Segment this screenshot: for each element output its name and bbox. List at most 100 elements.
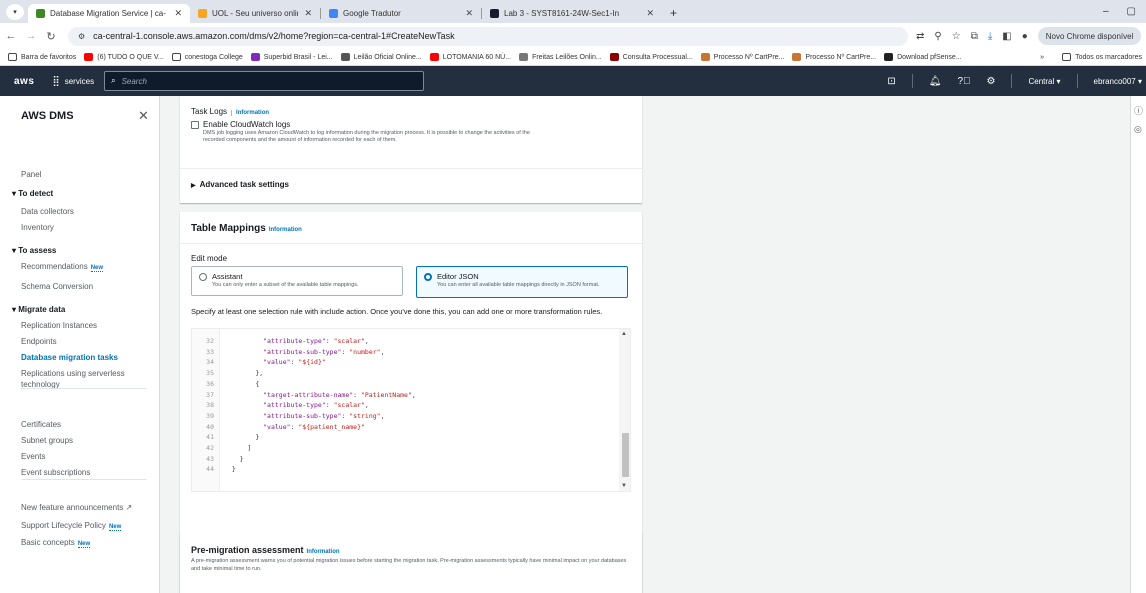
assistant-option[interactable]: Assistant You can only enter a subset of…	[191, 266, 403, 296]
account-menu[interactable]: ebranco007 ▾	[1094, 77, 1143, 86]
bookmark-item[interactable]: Processo Nº CartPre...	[792, 53, 876, 61]
sidebar-section[interactable]: ▾ Migrate data	[12, 305, 65, 314]
bookmark-star-icon[interactable]: ☆	[952, 31, 961, 42]
json-punctuation: {	[255, 379, 260, 388]
all-bookmarks-button[interactable]: Todos os marcadores	[1062, 53, 1142, 61]
info-panel-icon[interactable]: ⓘ	[1134, 104, 1143, 117]
bookmark-item[interactable]: Processo Nº CartPre...	[700, 53, 784, 61]
sidebar-item[interactable]: Support Lifecycle Policy New	[21, 521, 122, 531]
bookmark-label: (6) TUDO O QUE V...	[97, 53, 164, 61]
bookmark-item[interactable]: Leilão Oficial Online...	[340, 53, 422, 61]
scroll-thumb[interactable]	[622, 433, 629, 477]
sidebar-item[interactable]: Events	[21, 452, 45, 461]
gear-icon[interactable]: ⚙	[987, 76, 996, 87]
bookmark-item[interactable]: conestoga College	[171, 53, 243, 61]
browser-tab[interactable]: UOL - Seu universo online ✕	[190, 4, 320, 23]
new-tab-button[interactable]: +	[670, 6, 677, 20]
bookmark-item[interactable]: Freitas Leilões Onlin...	[519, 53, 602, 61]
bookmark-item[interactable]: Download pfSense...	[884, 53, 962, 61]
line-number: 42	[206, 444, 214, 452]
browser-tab[interactable]: Lab 3 - SYST8161-24W-Sec1-In ✕	[482, 4, 662, 23]
bookmark-item[interactable]: LOTOMANIA 60 NÚ...	[429, 53, 511, 61]
sidebar-item[interactable]: Replication Instances	[21, 321, 97, 330]
json-punctuation: }	[255, 433, 260, 442]
sidebar-section[interactable]: ▾ To assess	[12, 246, 56, 255]
sidebar-item[interactable]: Schema Conversion	[21, 282, 93, 291]
bell-icon[interactable]: 🔔︎	[929, 76, 942, 87]
assistant-radio[interactable]	[199, 273, 207, 281]
sidebar-item-label: Replications using serverless	[21, 369, 125, 378]
sidebar-item[interactable]: New feature announcements ↗	[21, 503, 132, 512]
forward-icon[interactable]: →	[22, 30, 40, 42]
aws-logo[interactable]: aws	[14, 76, 34, 87]
reload-icon[interactable]: ↻	[42, 30, 60, 43]
tab-close-icon[interactable]: ✕	[459, 8, 473, 19]
sidebar-item[interactable]: Database migration tasks	[21, 353, 118, 362]
sidebar-item[interactable]: Basic concepts New	[21, 538, 91, 548]
tab-close-icon[interactable]: ✕	[298, 8, 312, 19]
bookmark-item[interactable]: Superbid Brasil - Lei...	[250, 53, 333, 61]
cloudwatch-logs-description: DMS job logging uses Amazon CloudWatch t…	[203, 130, 530, 143]
sidebar-item[interactable]: Data collectors	[21, 207, 74, 216]
tab-close-icon[interactable]: ✕	[640, 8, 654, 19]
json-editor[interactable]: 32 "attribute-type": "scalar", 33 "attrib…	[191, 328, 631, 492]
scroll-down-icon[interactable]: ▼	[621, 483, 627, 489]
region-selector[interactable]: Central ▾	[1028, 77, 1060, 86]
sidebar-item-label: Basic concepts	[21, 538, 75, 547]
tab-close-icon[interactable]: ✕	[168, 8, 182, 19]
sidebar-item[interactable]: Certificates	[21, 420, 61, 429]
editor-json-radio[interactable]	[424, 273, 432, 281]
sidebar-item[interactable]: Subnet groups	[21, 436, 73, 445]
code-line: 37 "target-attribute-name": "PatientName…	[192, 391, 612, 402]
editor-json-option[interactable]: Editor JSON You can enter all available …	[416, 266, 628, 298]
advanced-task-settings-toggle[interactable]: ▶ Advanced task settings	[191, 180, 289, 189]
close-icon[interactable]: ✕	[138, 108, 149, 124]
back-icon[interactable]: ←	[2, 30, 20, 42]
tab-search-icon[interactable]: ▾	[6, 4, 24, 20]
cloudshell-icon[interactable]: ⊡	[887, 76, 895, 87]
bookmark-item[interactable]: Barra de favoritos	[8, 53, 76, 61]
sidepanel-icon[interactable]: ◧	[1002, 31, 1011, 42]
sidebar-item-label: Data collectors	[21, 207, 74, 216]
browser-tab[interactable]: Database Migration Service | ca- ✕	[28, 4, 190, 23]
info-link[interactable]: Information	[231, 110, 270, 116]
chrome-update-pill[interactable]: Novo Chrome disponível	[1037, 27, 1142, 45]
restore-icon[interactable]: ▢	[1127, 6, 1136, 17]
download-icon[interactable]: ⤓	[988, 31, 992, 42]
cloudwatch-logs-checkbox[interactable]	[191, 121, 199, 129]
sidebar-item[interactable]: Inventory	[21, 223, 54, 232]
bookmark-item[interactable]: (6) TUDO O QUE V...	[84, 53, 164, 61]
sidebar-item[interactable]: Event subscriptions	[21, 468, 90, 477]
bookmarks-overflow-icon[interactable]: »	[1040, 54, 1044, 61]
extensions-icon[interactable]: ⧉	[971, 31, 978, 42]
info-link[interactable]: Information	[269, 227, 302, 233]
editor-scrollbar[interactable]: ▲ ▼	[619, 329, 630, 491]
info-link[interactable]: Information	[307, 549, 340, 555]
tutorial-icon[interactable]: ◎	[1134, 124, 1142, 135]
minimize-icon[interactable]: –	[1103, 6, 1109, 17]
sidebar-section[interactable]: ▾ To detect	[12, 189, 53, 198]
translate-icon[interactable]: ⇄	[916, 31, 924, 42]
sidebar-item[interactable]: Replications using serverless	[21, 369, 125, 378]
services-menu[interactable]: ⣿ services	[52, 76, 94, 87]
help-icon[interactable]: ?⃝	[957, 76, 970, 87]
profile-avatar-icon[interactable]: ●	[1022, 31, 1028, 42]
url-field[interactable]: ⚙ ca-central-1.console.aws.amazon.com/dm…	[68, 26, 908, 46]
code-line: 42 ]	[192, 444, 612, 455]
sidebar-item-label: Events	[21, 452, 46, 461]
site-settings-icon[interactable]: ⚙	[78, 32, 85, 41]
sidebar-item[interactable]: Panel	[21, 170, 41, 179]
scroll-up-icon[interactable]: ▲	[621, 331, 627, 337]
json-key: "attribute-sub-type"	[263, 411, 342, 420]
sidebar-item[interactable]: Endpoints	[21, 337, 57, 346]
bookmark-item[interactable]: Consulta Processual...	[609, 53, 693, 61]
sidebar-item[interactable]: Recommendations New	[21, 262, 104, 272]
json-value: "scalar"	[333, 401, 365, 410]
aws-search-input[interactable]: ⌕ Search	[104, 71, 425, 91]
browser-tab[interactable]: Google Tradutor ✕	[321, 4, 481, 23]
zoom-icon[interactable]: ⚲	[934, 31, 941, 42]
youtube-icon	[84, 53, 94, 61]
